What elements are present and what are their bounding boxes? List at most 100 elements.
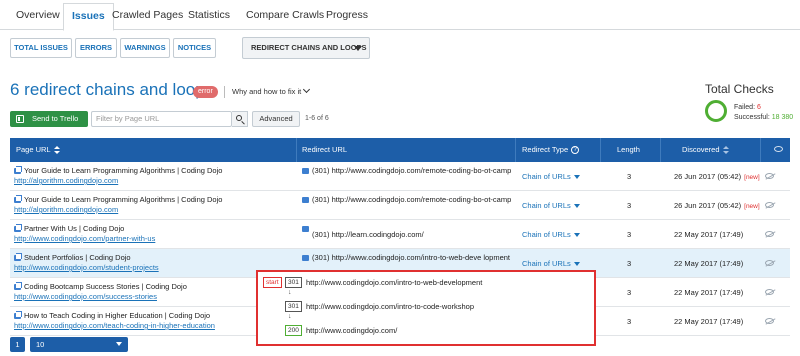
page-1-button[interactable]: 1 [10,337,25,352]
external-link-icon[interactable] [14,311,22,319]
advanced-button[interactable]: Advanced [252,111,300,127]
redirect-type-dropdown[interactable]: Chain of URLs [522,230,580,239]
status-code-badge: 301 [285,301,302,312]
table-row: Your Guide to Learn Programming Algorith… [10,162,790,191]
search-button[interactable] [232,111,248,127]
external-link-icon[interactable] [14,195,22,203]
top-tabs: Overview Issues Crawled Pages Statistics… [0,0,800,31]
chevron-down-icon [116,342,122,346]
page-url-link[interactable]: http://algorithm.codingdojo.com [14,205,118,214]
hide-eye-icon[interactable] [765,173,774,179]
length-cell: 3 [627,259,632,268]
redirect-chain-popup: start 301 http://www.codingdojo.com/intr… [256,270,596,346]
new-badge: [new] [744,203,760,210]
chevron-down-icon [303,85,311,94]
filter-total-issues-button[interactable]: TOTAL ISSUES [10,38,72,58]
external-link-icon[interactable] [14,282,22,290]
chain-url: http://www.codingdojo.com/intro-to-web-d… [306,278,483,287]
table-row: Your Guide to Learn Programming Algorith… [10,191,790,220]
length-cell: 3 [627,288,632,297]
filter-page-url-input[interactable]: Filter by Page URL [91,111,232,127]
filter-notices-button[interactable]: NOTICES [173,38,216,58]
page-title-cell: How to Teach Coding in Higher Education … [24,311,211,320]
tab-crawled-pages[interactable]: Crawled Pages [104,4,191,28]
discovered-date: 22 May 2017 (17:49) [674,288,744,297]
col-redirect-url: Redirect URL [302,145,348,154]
redirect-type-label: Chain of URLs [522,172,571,181]
chevron-down-icon [354,46,362,51]
hide-eye-icon [774,146,783,152]
issue-type-dropdown[interactable]: REDIRECT CHAINS AND LOOPS [242,37,370,59]
new-badge: [new] [744,174,760,181]
hide-eye-icon[interactable] [765,231,774,237]
discovered-cell: 22 May 2017 (17:49) [674,288,743,297]
send-to-trello-label: Send to Trello [32,114,79,123]
filter-errors-button[interactable]: ERRORS [75,38,117,58]
redirect-type-dropdown[interactable]: Chain of URLs [522,259,580,268]
page-url-link[interactable]: http://algorithm.codingdojo.com [14,176,118,185]
external-link-icon[interactable] [14,253,22,261]
redirect-url-cell: (301) http://learn.codingdojo.com/ [312,230,424,239]
discovered-cell: 26 Jun 2017 (05:42) [new] [674,172,760,181]
results-range: 1-6 of 6 [305,115,329,122]
page-url-link[interactable]: http://www.codingdojo.com/partner-with-u… [14,234,155,243]
discovered-cell: 22 May 2017 (17:49) [674,259,743,268]
tab-overview[interactable]: Overview [8,4,68,28]
external-link-icon[interactable] [14,224,22,232]
length-cell: 3 [627,172,632,181]
discovered-cell: 22 May 2017 (17:49) [674,230,743,239]
successful-label: Successful: [734,114,770,121]
issue-type-label: REDIRECT CHAINS AND LOOPS [251,43,367,52]
col-length[interactable]: Length [617,138,640,162]
chevron-down-icon [573,204,580,209]
filter-warnings-button[interactable]: WARNINGS [120,38,170,58]
external-link-icon[interactable] [302,255,309,261]
arrow-down-icon: ↓ [288,313,292,320]
status-code-badge: 200 [285,325,302,336]
external-link-icon[interactable] [302,226,309,232]
page-title: 6 redirect chains and loops [10,80,214,99]
hide-eye-icon[interactable] [765,289,774,295]
per-page-value: 10 [36,340,45,349]
page-url-link[interactable]: http://www.codingdojo.com/teach-coding-i… [14,321,215,330]
hide-eye-icon[interactable] [765,260,774,266]
hide-eye-icon[interactable] [765,202,774,208]
discovered-cell: 22 May 2017 (17:49) [674,317,743,326]
why-and-how-label: Why and how to fix it [232,87,302,96]
page-title-cell: Your Guide to Learn Programming Algorith… [24,195,223,204]
page-title-cell: Student Portfolios | Coding Dojo [24,253,131,262]
hide-eye-icon[interactable] [765,318,774,324]
why-and-how-link[interactable]: Why and how to fix it [232,85,311,96]
tab-statistics[interactable]: Statistics [180,4,238,28]
discovered-date: 26 Jun 2017 (05:42) [674,172,742,181]
send-to-trello-button[interactable]: Send to Trello [10,111,88,127]
arrow-down-icon: ↓ [288,289,292,296]
page-url-link[interactable]: http://www.codingdojo.com/student-projec… [14,263,159,272]
redirect-type-label: Chain of URLs [522,201,571,210]
chevron-down-icon [573,262,580,267]
info-icon[interactable]: ? [571,146,580,155]
col-redirect-type-label: Redirect Type [522,145,569,154]
table-row: Partner With Us | Coding Dojo http://www… [10,220,790,249]
external-link-icon[interactable] [302,197,309,203]
external-link-icon[interactable] [14,166,22,174]
per-page-select[interactable]: 10 [30,337,128,352]
failed-checks: Failed: 6 [734,104,761,111]
redirect-type-dropdown[interactable]: Chain of URLs [522,172,580,181]
chevron-down-icon [573,233,580,238]
page-title-cell: Coding Bootcamp Success Stories | Coding… [24,282,187,291]
checks-ring-chart [705,100,727,122]
divider [224,86,225,98]
tab-progress[interactable]: Progress [318,4,376,28]
failed-label: Failed: [734,104,756,111]
redirect-url-cell: (301) http://www.codingdojo.com/intro-to… [312,253,511,262]
col-discovered[interactable]: Discovered [682,138,729,162]
page-url-link[interactable]: http://www.codingdojo.com/success-storie… [14,292,157,301]
length-cell: 3 [627,230,632,239]
external-link-icon[interactable] [302,168,309,174]
redirect-type-dropdown[interactable]: Chain of URLs [522,201,580,210]
sort-icon [722,146,729,155]
length-cell: 3 [627,201,632,210]
error-badge: error [193,86,218,98]
col-page-url[interactable]: Page URL [16,138,60,162]
